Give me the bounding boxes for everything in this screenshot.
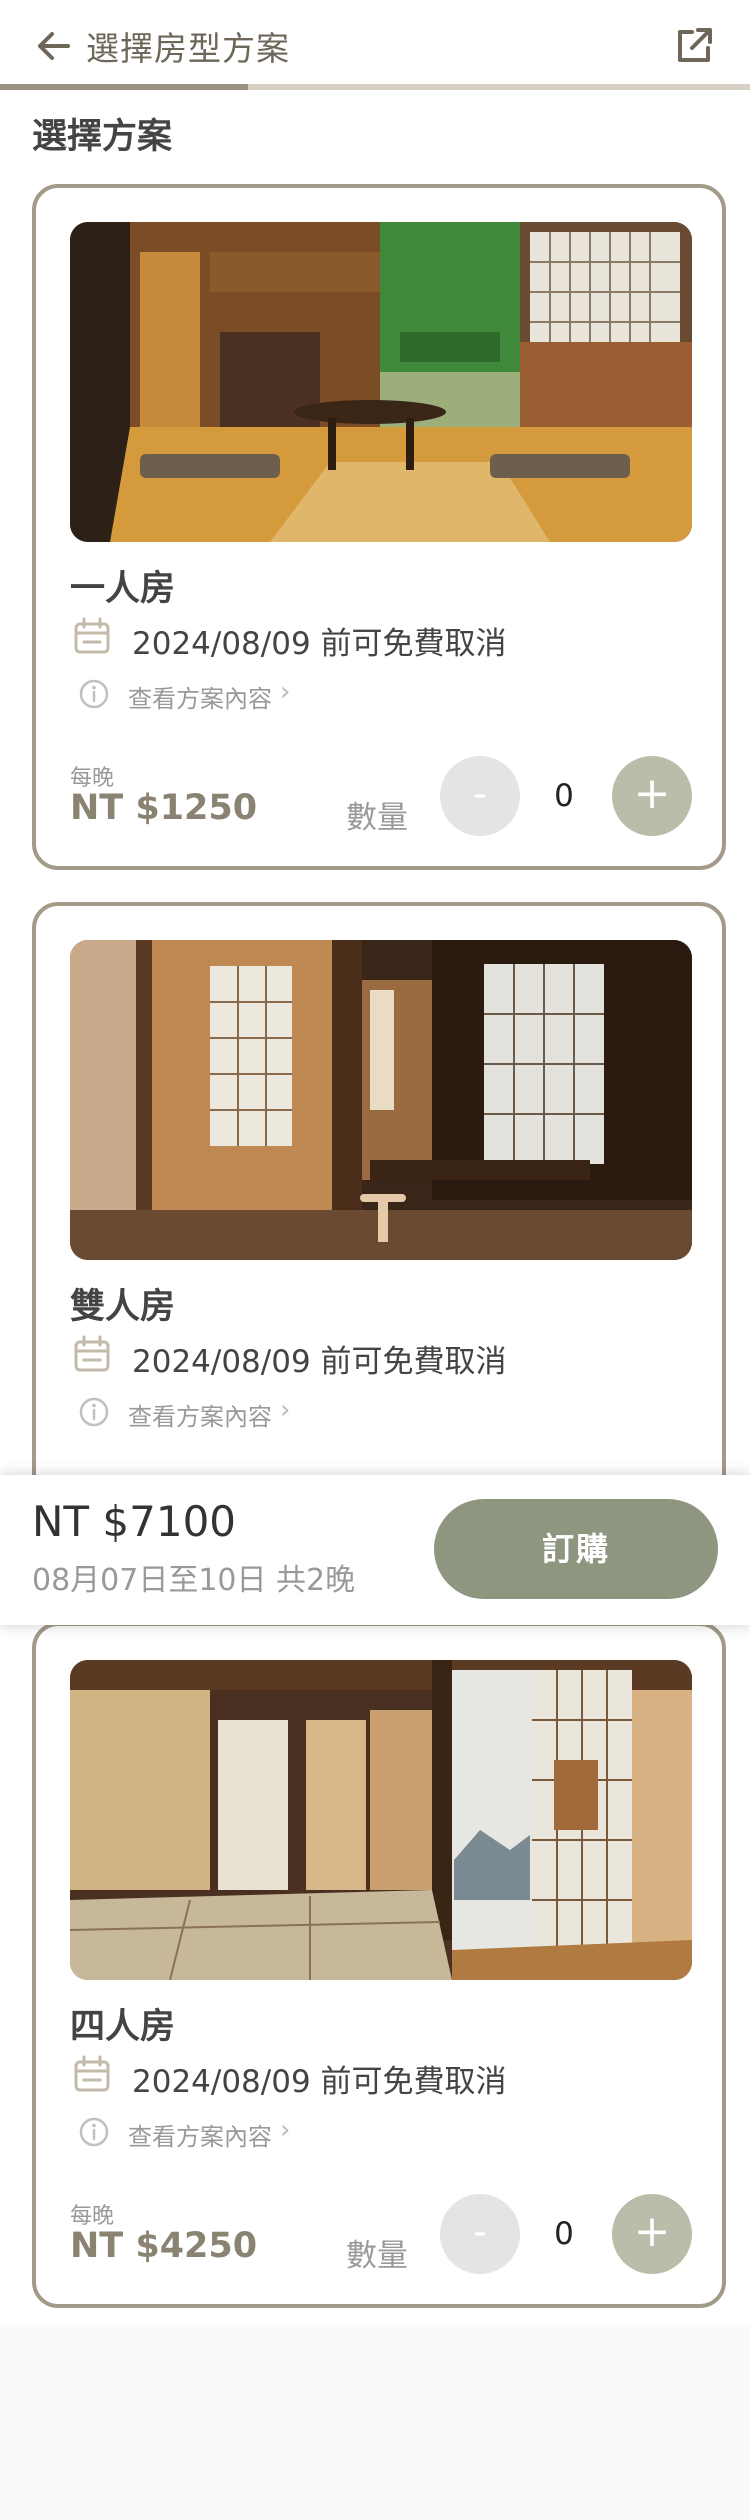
progress-fill	[0, 84, 248, 90]
arrow-left-icon	[38, 32, 70, 60]
view-plan-link[interactable]: 查看方案內容	[128, 1397, 272, 1432]
info-icon	[79, 1397, 109, 1427]
calendar-icon	[74, 617, 110, 654]
stay-dates: 08月07日至10日 共2晚	[32, 1563, 356, 1598]
chevron-right-icon: ›	[280, 1395, 291, 1425]
section-title: 選擇方案	[32, 117, 173, 157]
info-icon	[79, 679, 109, 709]
room-photo	[70, 222, 692, 542]
total-price: NT $7100	[32, 1497, 237, 1546]
quantity-label: 數量	[346, 2238, 408, 2274]
room-photo	[70, 1660, 692, 1980]
back-button[interactable]	[34, 26, 74, 66]
quantity-label: 數量	[346, 800, 408, 836]
top-bar: 選擇房型方案	[0, 0, 750, 90]
increase-quantity-button[interactable]: +	[612, 756, 692, 836]
cancel-policy: 2024/08/09 前可免費取消	[132, 2064, 507, 2100]
increase-quantity-button[interactable]: +	[612, 2194, 692, 2274]
room-card-quad: 四人房 2024/08/09 前可免費取消 查看方案內容 › 每晚 NT $42…	[32, 1622, 726, 2308]
decrease-quantity-button[interactable]: -	[440, 756, 520, 836]
info-icon	[79, 2117, 109, 2147]
view-plan-link[interactable]: 查看方案內容	[128, 679, 272, 714]
room-name: 四人房	[70, 2007, 176, 2047]
cancel-policy: 2024/08/09 前可免費取消	[132, 1344, 507, 1380]
chevron-right-icon: ›	[280, 677, 291, 707]
calendar-icon	[74, 1335, 110, 1372]
booking-bar: NT $7100 08月07日至10日 共2晚 訂購	[0, 1475, 750, 1625]
chevron-right-icon: ›	[280, 2115, 291, 2145]
room-card-single: 一人房 2024/08/09 前可免費取消 查看方案內容 › 每晚 NT $12…	[32, 184, 726, 870]
view-plan-link[interactable]: 查看方案內容	[128, 2117, 272, 2152]
room-price: NT $4250	[70, 2226, 258, 2266]
decrease-quantity-button[interactable]: -	[440, 2194, 520, 2274]
quantity-value: 0	[554, 2216, 574, 2252]
cancel-policy: 2024/08/09 前可免費取消	[132, 626, 507, 662]
room-name: 雙人房	[70, 1287, 176, 1327]
share-button[interactable]	[672, 24, 716, 68]
external-link-icon	[678, 28, 712, 62]
quantity-value: 0	[554, 778, 574, 814]
room-photo	[70, 940, 692, 1260]
order-button[interactable]: 訂購	[434, 1499, 718, 1599]
room-name: 一人房	[70, 569, 176, 609]
room-price: NT $1250	[70, 788, 258, 828]
page-title: 選擇房型方案	[86, 29, 290, 68]
calendar-icon	[74, 2055, 110, 2092]
